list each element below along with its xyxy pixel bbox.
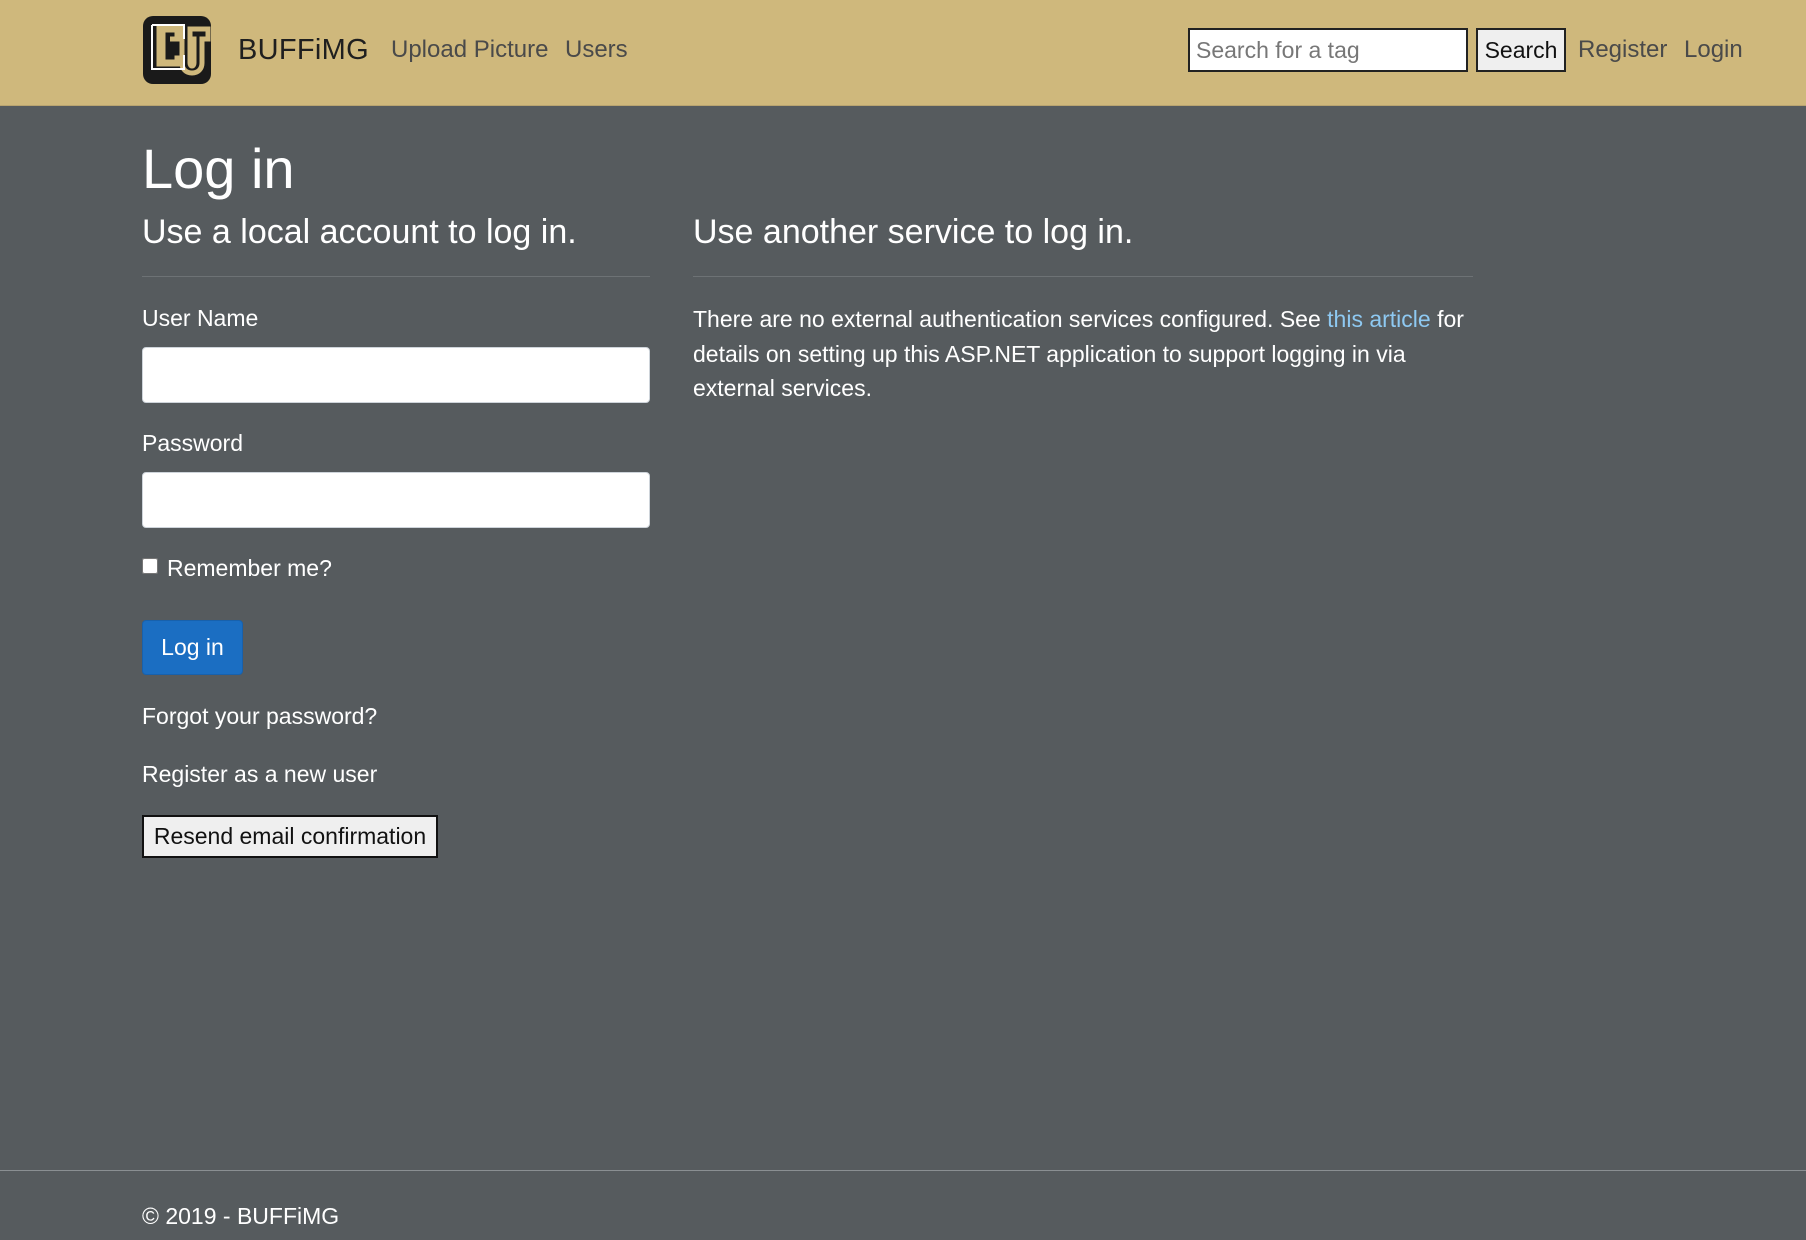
tag-search-input[interactable] <box>1188 28 1468 72</box>
nav-register[interactable]: Register <box>1578 30 1667 70</box>
footer-copyright: © 2019 - BUFFiMG <box>142 1203 340 1229</box>
username-label: User Name <box>142 305 259 331</box>
brand-name[interactable]: BUFFiMG <box>238 30 369 70</box>
login-button[interactable]: Log in <box>142 620 243 675</box>
username-field[interactable] <box>142 347 650 403</box>
external-service-heading: Use another service to log in. <box>693 213 1134 251</box>
password-label: Password <box>142 430 243 456</box>
local-section-divider <box>142 276 650 277</box>
password-field[interactable] <box>142 472 650 528</box>
register-new-user-link[interactable]: Register as a new user <box>142 758 377 790</box>
page-title: Log in <box>142 137 295 200</box>
nav-upload-picture[interactable]: Upload Picture <box>391 30 548 70</box>
this-article-link[interactable]: this article <box>1327 306 1431 332</box>
cu-logo-icon[interactable] <box>142 15 212 85</box>
external-auth-message: There are no external authentication ser… <box>693 302 1483 406</box>
external-section-divider <box>693 276 1473 277</box>
remember-me-checkbox[interactable] <box>142 558 158 574</box>
forgot-password-link[interactable]: Forgot your password? <box>142 700 377 732</box>
external-auth-text-before: There are no external authentication ser… <box>693 306 1328 332</box>
nav-login[interactable]: Login <box>1684 30 1743 70</box>
search-button[interactable]: Search <box>1476 28 1566 72</box>
footer-divider <box>0 1170 1806 1171</box>
navbar: BUFFiMG Upload Picture Users Search Regi… <box>0 0 1806 106</box>
resend-email-confirmation-button[interactable]: Resend email confirmation <box>142 815 438 858</box>
remember-me-label[interactable]: Remember me? <box>167 552 332 584</box>
nav-users[interactable]: Users <box>565 30 628 70</box>
local-account-heading: Use a local account to log in. <box>142 213 577 251</box>
